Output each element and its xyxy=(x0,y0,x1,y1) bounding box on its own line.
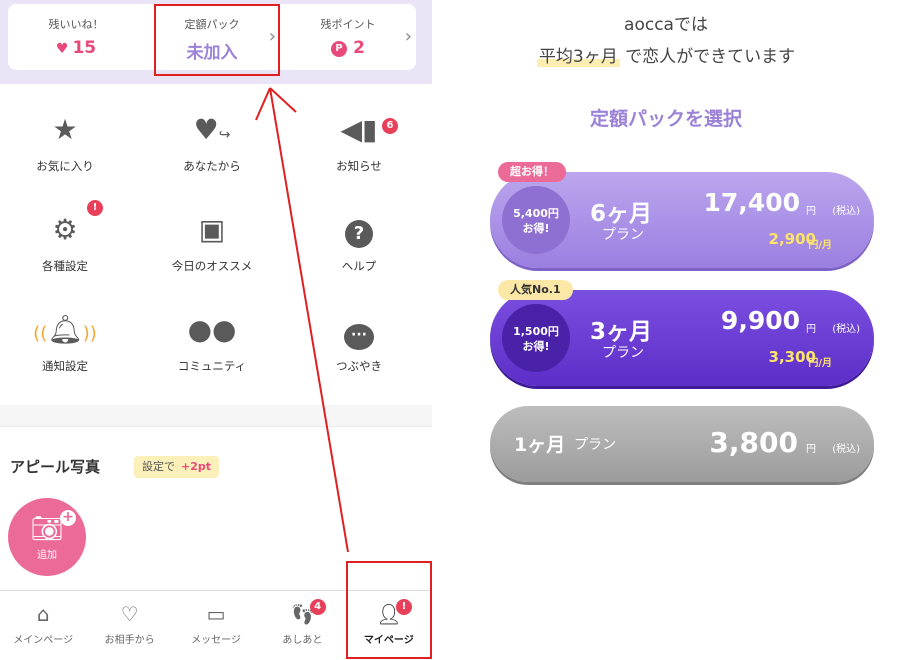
discount-circle: 5,400円 お得! xyxy=(502,186,570,254)
best-deal-ribbon: 超お得！ xyxy=(498,162,566,182)
plan-6-month-button[interactable]: 5,400円 お得! 超お得！ 6ヶ月 プラン 17,400 円 (税込) 2,9… xyxy=(490,162,874,268)
price-yen: 円 xyxy=(806,444,816,455)
price-tax: (税込) xyxy=(832,444,860,455)
headline-line2: 平均3ヶ月 で恋人ができています xyxy=(432,42,900,67)
plan-months: 1ヶ月 xyxy=(514,434,566,456)
discount-sub: お得! xyxy=(522,222,550,235)
price-tax: (税込) xyxy=(832,324,860,335)
plan-1-month-button[interactable]: 1ヶ月 プラン 3,800 円 (税込) xyxy=(490,406,874,482)
discount-sub: お得! xyxy=(522,340,550,353)
annotation-arrow xyxy=(255,87,349,553)
plan-price: 17,400 xyxy=(703,188,800,217)
discount-amount: 5,400円 xyxy=(513,207,559,220)
plan-word: プラン xyxy=(602,345,644,361)
plan-panel: aoccaでは 平均3ヶ月 で恋人ができています 定額パックを選択 5,400円… xyxy=(432,0,900,660)
plan-word: プラン xyxy=(574,437,616,453)
monthly-unit: 円/月 xyxy=(808,240,832,251)
plan-price: 9,900 xyxy=(720,306,800,335)
popular-ribbon: 人気No.1 xyxy=(498,280,573,300)
plan-price: 3,800 xyxy=(709,426,798,459)
price-tax: (税込) xyxy=(832,206,860,217)
plan-3-month-button[interactable]: 1,500円 お得! 人気No.1 3ヶ月 プラン 9,900 円 (税込) 3,… xyxy=(490,280,874,386)
headline-line1: aoccaでは xyxy=(624,15,708,35)
headline-highlight: 平均3ヶ月 xyxy=(536,47,620,67)
plan-months: 6ヶ月 xyxy=(590,201,653,227)
headline-suffix: で恋人ができています xyxy=(625,47,796,67)
discount-amount: 1,500円 xyxy=(513,325,559,338)
price-yen: 円 xyxy=(806,206,816,217)
choose-plan-title: 定額パックを選択 xyxy=(589,108,742,130)
app-screen: 残いいね！ ♥ 15 定額パック 未加入 › 残ポイント P2 › ★ お気に入り… xyxy=(0,0,432,660)
plan-months: 3ヶ月 xyxy=(590,319,653,345)
discount-circle: 1,500円 お得! xyxy=(502,304,570,372)
plan-word: プラン xyxy=(602,227,644,243)
price-yen: 円 xyxy=(806,324,816,335)
monthly-unit: 円/月 xyxy=(808,358,832,369)
